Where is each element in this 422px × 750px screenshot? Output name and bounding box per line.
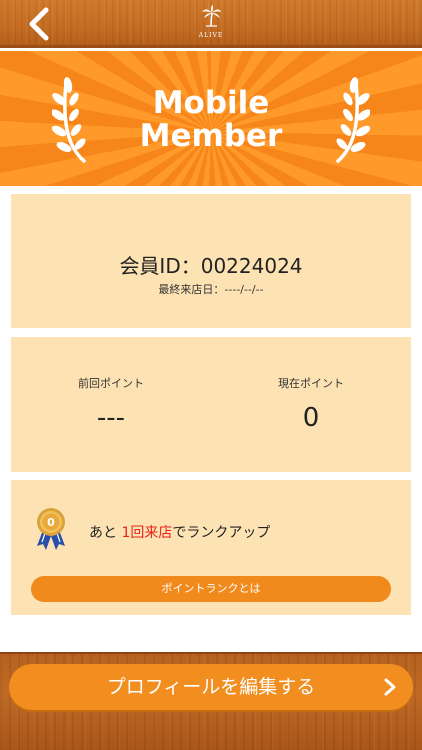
point-rank-info-button[interactable]: ポイントランクとは bbox=[31, 576, 391, 602]
logo-text: ALIVE bbox=[198, 32, 224, 39]
laurel-icon bbox=[336, 77, 370, 163]
current-points: 現在ポイント 0 bbox=[211, 337, 411, 472]
chevron-left-icon bbox=[29, 7, 49, 41]
member-id: 会員ID：00224024 bbox=[119, 254, 303, 278]
edit-profile-button[interactable]: プロフィールを編集する bbox=[9, 664, 413, 710]
edit-profile-label: プロフィールを編集する bbox=[106, 676, 316, 698]
rank-up-message: あと 1回来店でランクアップ bbox=[89, 522, 270, 542]
rank-text-prefix: あと bbox=[89, 525, 122, 541]
previous-points: 前回ポイント --- bbox=[11, 337, 211, 472]
member-id-card: 会員ID：00224024 最終来店日：----/--/-- bbox=[11, 194, 411, 328]
rank-text-highlight: 1回来店 bbox=[121, 525, 173, 541]
rank-text-suffix: でランクアップ bbox=[172, 525, 271, 541]
previous-points-value: --- bbox=[96, 403, 126, 433]
top-bar: ALIVE bbox=[0, 0, 422, 48]
back-button[interactable] bbox=[24, 6, 64, 42]
chevron-right-icon bbox=[384, 678, 396, 696]
mobile-member-banner: Mobile Member bbox=[0, 51, 422, 186]
medal-icon: 0 bbox=[37, 508, 65, 550]
member-content: 会員ID：00224024 最終来店日：----/--/-- 前回ポイント --… bbox=[0, 186, 422, 652]
current-points-label: 現在ポイント bbox=[278, 377, 344, 390]
footer-bar: プロフィールを編集する bbox=[0, 652, 422, 750]
medal-number: 0 bbox=[47, 516, 55, 529]
last-visit-date: 最終来店日：----/--/-- bbox=[158, 283, 264, 296]
current-points-value: 0 bbox=[302, 403, 320, 433]
app-logo: ALIVE bbox=[191, 4, 231, 40]
previous-points-label: 前回ポイント bbox=[78, 377, 144, 390]
rank-card: 0 あと 1回来店でランクアップ ポイントランクとは bbox=[11, 480, 411, 615]
palm-tree-icon bbox=[202, 5, 221, 27]
points-card: 前回ポイント --- 現在ポイント 0 bbox=[11, 337, 411, 472]
